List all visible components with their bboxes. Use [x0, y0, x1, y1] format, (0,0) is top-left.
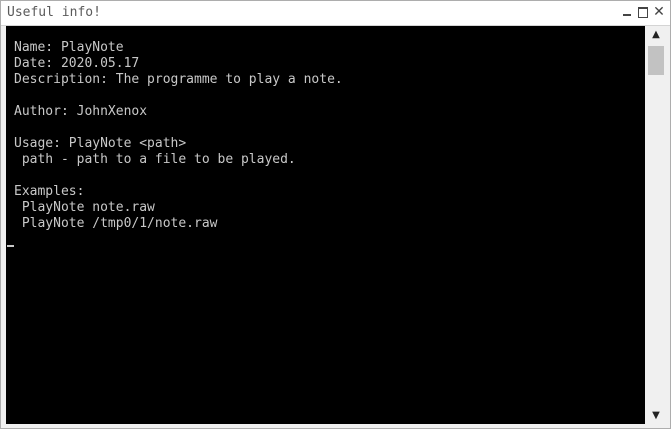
console-text: Name: PlayNote Date: 2020.05.17 Descriptio… — [14, 40, 343, 232]
console-line: PlayNote /tmp0/1/note.raw — [14, 216, 218, 231]
minimize-icon — [623, 14, 631, 16]
console-line: PlayNote note.raw — [14, 200, 155, 215]
title-bar[interactable]: Useful info! ✕ — [1, 1, 670, 26]
console-line: path - path to a file to be played. — [14, 152, 296, 167]
text-cursor — [7, 245, 14, 247]
vertical-scrollbar[interactable]: ▲ ▼ — [646, 26, 666, 424]
scroll-down-button[interactable]: ▼ — [646, 407, 666, 424]
console-line: Description: The programme to play a not… — [14, 72, 343, 87]
console-line: Usage: PlayNote <path> — [14, 136, 187, 151]
scroll-up-button[interactable]: ▲ — [646, 26, 666, 43]
console-line: Name: PlayNote — [14, 40, 124, 55]
console-line: Date: 2020.05.17 — [14, 56, 140, 71]
arrow-down-icon: ▼ — [652, 410, 660, 421]
console-window: Useful info! ✕ Name: PlayNote Date: 2020.… — [0, 0, 671, 429]
scrollbar-thumb[interactable] — [648, 46, 664, 75]
console-line: Author: JohnXenox — [14, 104, 148, 119]
close-button[interactable]: ✕ — [647, 2, 671, 22]
arrow-up-icon: ▲ — [652, 29, 660, 40]
close-icon: ✕ — [653, 4, 665, 20]
console-line: Examples: — [14, 184, 85, 199]
window-title: Useful info! — [7, 5, 101, 20]
scrollbar-track[interactable] — [646, 43, 666, 407]
console-output[interactable]: Name: PlayNote Date: 2020.05.17 Descriptio… — [6, 26, 645, 424]
